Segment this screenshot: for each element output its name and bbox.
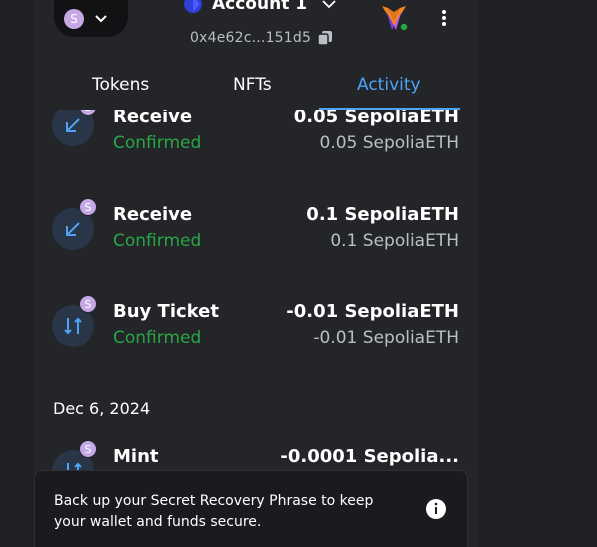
metamask-fox-icon[interactable]: [378, 2, 410, 34]
network-badge: S: [79, 295, 97, 313]
wallet-tabs: Tokens NFTs Activity: [34, 62, 478, 110]
chevron-down-icon: [322, 0, 336, 9]
network-picker-button[interactable]: S: [54, 0, 128, 37]
activity-item[interactable]: S Receive Confirmed 0.1 SepoliaETH 0.1 S…: [34, 198, 478, 274]
activity-title: Mint: [113, 446, 159, 467]
activity-fiat-amount: -0.01 SepoliaETH: [313, 328, 459, 348]
activity-fiat-amount: 0.1 SepoliaETH: [330, 231, 459, 251]
info-icon[interactable]: [425, 498, 447, 520]
activity-status: Confirmed: [113, 328, 202, 348]
account-picker-button[interactable]: Account 1: [184, 0, 337, 14]
activity-item[interactable]: S Receive Confirmed 0.05 SepoliaETH 0.05…: [34, 110, 478, 176]
tab-tokens[interactable]: Tokens: [92, 75, 149, 95]
network-avatar: S: [64, 8, 84, 29]
more-options-icon[interactable]: [438, 8, 450, 28]
wallet-header: S Account 1 0x4e62c...151d5: [34, 0, 478, 62]
address-copy-button[interactable]: 0x4e62c...151d5: [190, 30, 333, 46]
activity-amount: -0.0001 Sepolia...: [280, 446, 459, 467]
date-group-header: Dec 6, 2024: [53, 399, 151, 418]
account-avatar-icon: [184, 0, 202, 13]
activity-status: Confirmed: [113, 133, 202, 153]
wallet-panel: S Account 1 0x4e62c...151d5 Tokens NFTs …: [34, 0, 478, 547]
background-right: [478, 0, 597, 547]
tab-nfts[interactable]: NFTs: [233, 75, 272, 95]
activity-item[interactable]: S Buy Ticket Confirmed -0.01 SepoliaETH …: [34, 295, 478, 371]
tab-activity[interactable]: Activity: [357, 75, 421, 95]
activity-fiat-amount: 0.05 SepoliaETH: [319, 133, 459, 153]
network-badge: S: [79, 198, 97, 216]
activity-amount: 0.1 SepoliaETH: [306, 204, 459, 225]
activity-amount: -0.01 SepoliaETH: [286, 301, 459, 322]
account-address: 0x4e62c...151d5: [190, 30, 312, 46]
chevron-down-icon: [95, 14, 107, 22]
account-name: Account 1: [212, 0, 308, 14]
network-badge: S: [79, 440, 97, 458]
background-left: [0, 0, 34, 547]
backup-reminder-banner[interactable]: Back up your Secret Recovery Phrase to k…: [34, 470, 468, 547]
activity-status: Confirmed: [113, 231, 202, 251]
backup-reminder-text: Back up your Secret Recovery Phrase to k…: [54, 493, 374, 530]
activity-amount: 0.05 SepoliaETH: [293, 110, 459, 127]
activity-title: Receive: [113, 110, 193, 127]
activity-title: Buy Ticket: [113, 301, 219, 322]
copy-icon: [317, 31, 333, 46]
activity-title: Receive: [113, 204, 193, 225]
